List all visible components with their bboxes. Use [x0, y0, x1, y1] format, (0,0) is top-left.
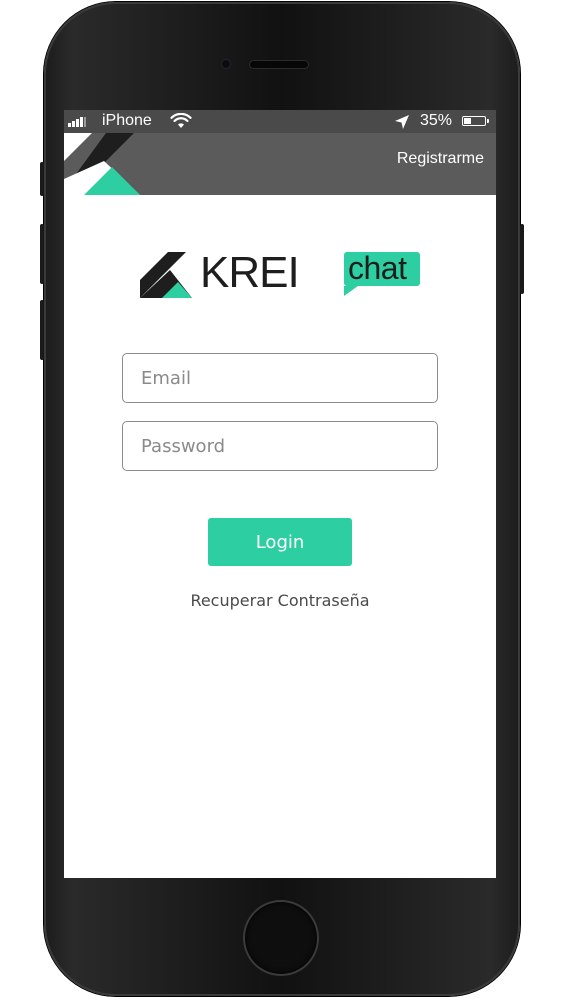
email-field[interactable]: [122, 353, 438, 403]
recover-password-link[interactable]: Recuperar Contraseña: [64, 591, 496, 610]
logo-word: KREI: [200, 248, 300, 297]
logo-mark-icon: [140, 252, 192, 298]
app-header: Registrarme: [64, 133, 496, 195]
mute-switch: [40, 162, 44, 196]
logo-bubble-text: chat: [348, 250, 407, 286]
app-screen: iPhone 35% Registrarme KREI chat Email L…: [64, 110, 496, 878]
login-button[interactable]: Login: [208, 518, 352, 566]
register-link[interactable]: Registrarme: [397, 150, 484, 168]
header-corner-decoration: [64, 133, 140, 195]
battery-percent: 35%: [420, 112, 453, 129]
wifi-icon: [170, 112, 192, 134]
status-bar: iPhone 35%: [64, 110, 496, 133]
carrier-name: iPhone: [102, 112, 152, 129]
battery-icon: [462, 116, 489, 126]
battery-fill: [464, 118, 471, 124]
krei-chat-logo: KREI chat: [140, 248, 422, 300]
location-arrow-icon: [394, 114, 410, 135]
home-button[interactable]: [245, 902, 317, 974]
password-field[interactable]: [122, 421, 438, 471]
logo-chat-bubble: chat: [344, 250, 420, 296]
signal-bars-icon: [68, 117, 86, 127]
earpiece-speaker: [250, 61, 308, 68]
volume-down-button: [40, 300, 44, 360]
front-camera: [222, 60, 230, 68]
power-button: [520, 224, 524, 294]
volume-up-button: [40, 224, 44, 284]
